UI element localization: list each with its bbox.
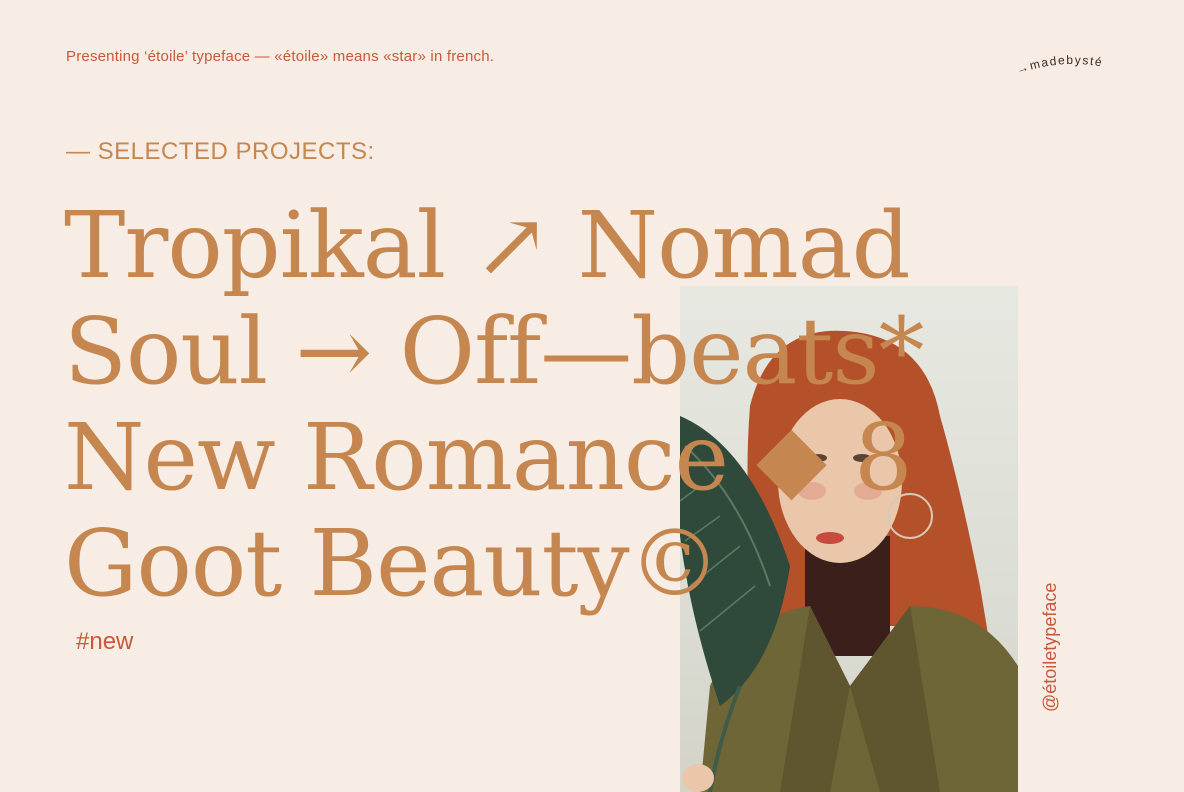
headline-line-3: New Romance ◆ 8 [64, 404, 913, 511]
headline-line-2: Soul → Off—beats* [64, 298, 925, 405]
brand-text: →madebysté [1015, 53, 1103, 77]
intro-text: Presenting ‘étoile’ typeface — «étoile» … [66, 48, 495, 65]
svg-text:→madebysté: →madebysté [1015, 53, 1105, 77]
headline-line-1: Tropikal ↗ Nomad [64, 192, 911, 299]
headline-line-4: Goot Beauty© [64, 510, 721, 617]
brand-logo: →madebysté [1015, 53, 1105, 77]
section-heading: — SELECTED PROJECTS: [66, 138, 375, 165]
social-handle: @étoiletypeface [1040, 582, 1060, 712]
new-tag: #new [76, 628, 134, 655]
